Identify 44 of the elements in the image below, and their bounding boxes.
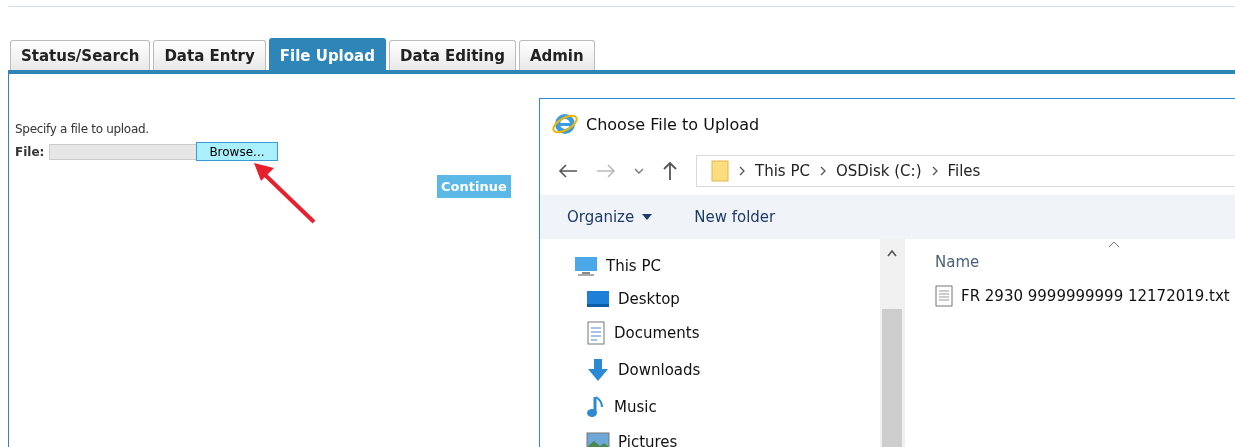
tab[interactable]: File Upload [268, 38, 386, 70]
up-arrow-icon[interactable] [662, 161, 678, 181]
breadcrumb[interactable]: This PC [755, 162, 810, 180]
arrow-icon [252, 160, 318, 226]
new-folder-button[interactable]: New folder [694, 208, 776, 226]
nav-item[interactable]: This PC [574, 255, 880, 277]
breadcrumb[interactable]: OSDisk (C:) [835, 162, 922, 180]
picture-icon [586, 432, 610, 447]
organize-button[interactable]: Organize [567, 208, 653, 226]
download-arrow-icon [586, 358, 610, 382]
browser-logo-icon [552, 111, 578, 137]
caret-icon [642, 214, 653, 220]
file-item[interactable]: FR 2930 9999999999 12172019.txt [935, 285, 1235, 307]
tab[interactable]: Data Editing [388, 40, 516, 70]
nav-item[interactable]: Downloads [574, 358, 880, 382]
file-label: File: [15, 144, 45, 159]
folder-icon [711, 160, 729, 182]
dropdown-icon[interactable] [634, 167, 644, 175]
nav-item[interactable]: Documents [574, 321, 880, 345]
sort-caret-icon [1108, 241, 1120, 248]
chevron-icon [739, 166, 745, 176]
scrollbar[interactable] [880, 239, 904, 447]
nav-item[interactable]: Music [574, 395, 880, 419]
computer-icon [574, 255, 598, 277]
music-note-icon [586, 395, 606, 419]
chevron-icon [819, 166, 826, 176]
document-icon [586, 321, 606, 345]
back-icon[interactable] [558, 163, 578, 179]
desktop-icon [586, 290, 610, 308]
scroll-up-icon[interactable] [887, 249, 897, 257]
nav-item[interactable]: Pictures [574, 432, 880, 447]
breadcrumb[interactable]: Files [947, 162, 981, 180]
chevron-icon [931, 166, 938, 176]
tab[interactable]: Data Entry [153, 40, 266, 70]
tab[interactable]: Status/Search [10, 40, 151, 70]
file-path-field[interactable] [49, 143, 198, 160]
tab[interactable]: Admin [518, 40, 595, 70]
browse-button[interactable]: Browse... [196, 142, 278, 161]
text-file-icon [935, 285, 953, 307]
dialog-title: Choose File to Upload [586, 114, 760, 134]
instruction-text: Specify a file to upload. [15, 122, 149, 136]
column-header[interactable]: Name [935, 253, 1235, 271]
nav-item[interactable]: Desktop [574, 290, 880, 308]
address-bar[interactable]: This PC OSDisk (C:) Files [696, 155, 1235, 187]
